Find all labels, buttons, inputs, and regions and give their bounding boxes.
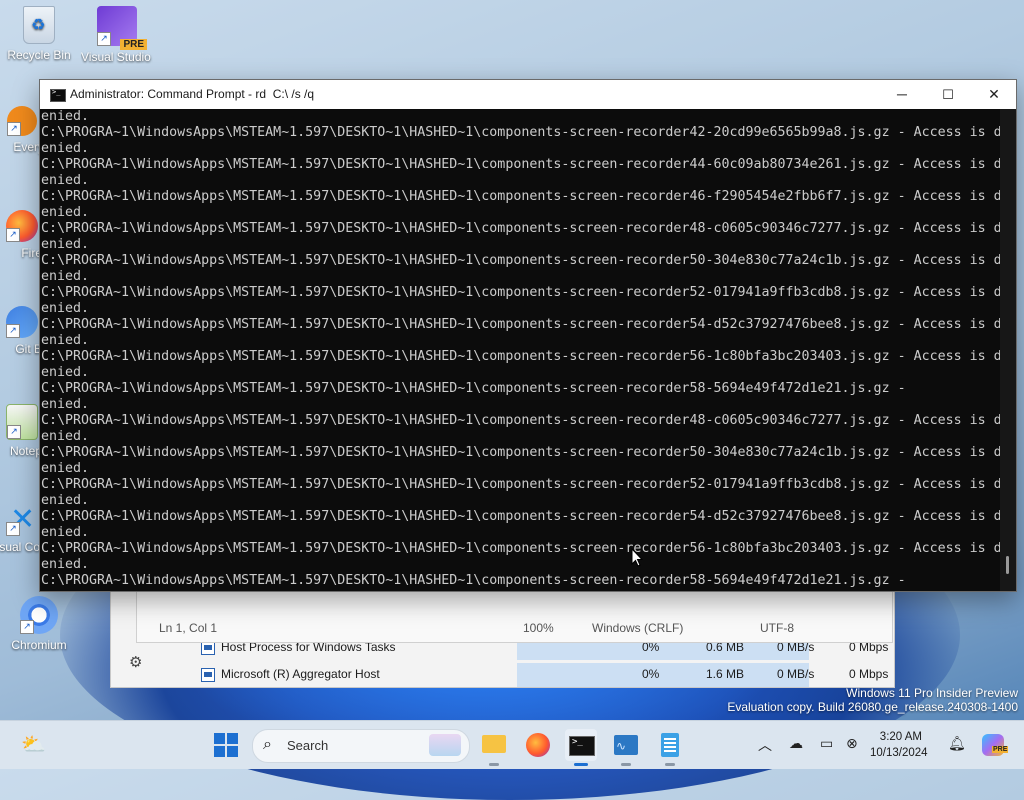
maximize-button[interactable]: ☐: [925, 80, 971, 109]
console-line: enied.: [41, 269, 90, 284]
evaluation-watermark: Windows 11 Pro Insider Preview Evaluatio…: [727, 686, 1018, 714]
zoom-level[interactable]: 100%: [523, 621, 554, 635]
notifications-bell-icon[interactable]: 🔔︎: [948, 735, 966, 752]
console-line: C:\PROGRA~1\WindowsApps\MSTEAM~1.597\DES…: [41, 381, 906, 396]
shortcut-arrow-icon: ↗: [7, 425, 21, 439]
console-line: C:\PROGRA~1\WindowsApps\MSTEAM~1.597\DES…: [41, 413, 1000, 428]
file-explorer-icon[interactable]: [478, 729, 510, 761]
console-line: enied.: [41, 429, 90, 444]
network-disconnected-icon[interactable]: ☁: [789, 735, 803, 752]
resource-cells: [517, 663, 809, 687]
visual-studio-icon: PRE ↗: [97, 6, 147, 50]
command-prompt-window[interactable]: Administrator: Command Prompt - rd C:\ /…: [39, 79, 1017, 592]
console-line: C:\PROGRA~1\WindowsApps\MSTEAM~1.597\DES…: [41, 317, 1000, 332]
pre-badge: PRE: [120, 39, 147, 50]
taskbar-search-box[interactable]: ⌕ Search: [252, 729, 470, 763]
git-bash-icon: ↗: [6, 306, 38, 338]
console-line: C:\PROGRA~1\WindowsApps\MSTEAM~1.597\DES…: [41, 221, 1000, 236]
console-line: enied.: [41, 109, 90, 124]
vscode-icon: ✕ ↗: [6, 503, 38, 536]
search-highlight-icon: [429, 734, 461, 756]
desktop-icon-visual-studio-preview[interactable]: PRE ↗ Visual Studio 2022 P: [81, 6, 153, 64]
widgets-icon[interactable]: ⛅: [16, 729, 48, 761]
shortcut-arrow-icon: ↗: [6, 228, 20, 242]
running-indicator: [489, 763, 499, 766]
console-line: C:\PROGRA~1\WindowsApps\MSTEAM~1.597\DES…: [41, 285, 1000, 300]
settings-gear-icon[interactable]: ⚙: [129, 653, 142, 671]
task-manager-taskbar-icon[interactable]: ∿: [610, 729, 642, 761]
everything-icon: ↗: [7, 106, 37, 136]
console-line: C:\PROGRA~1\WindowsApps\MSTEAM~1.597\DES…: [41, 445, 1000, 460]
cursor-position: Ln 1, Col 1: [159, 621, 218, 635]
console-line: enied.: [41, 461, 90, 476]
notepad-status-bar: Ln 1, Col 1 100% Windows (CRLF) UTF-8: [136, 590, 893, 643]
console-line: enied.: [41, 557, 90, 572]
console-line: C:\PROGRA~1\WindowsApps\MSTEAM~1.597\DES…: [41, 157, 1000, 172]
console-line: C:\PROGRA~1\WindowsApps\MSTEAM~1.597\DES…: [41, 125, 1000, 140]
running-indicator: [665, 763, 675, 766]
shortcut-arrow-icon: ↗: [97, 32, 111, 46]
console-line: C:\PROGRA~1\WindowsApps\MSTEAM~1.597\DES…: [41, 189, 1000, 204]
shortcut-arrow-icon: ↗: [7, 122, 21, 136]
active-indicator: [574, 763, 588, 766]
console-line: C:\PROGRA~1\WindowsApps\MSTEAM~1.597\DES…: [41, 349, 1000, 364]
vertical-scrollbar[interactable]: [1000, 109, 1016, 591]
windows-logo-icon: [214, 733, 238, 757]
console-line: enied.: [41, 397, 90, 412]
console-line: enied.: [41, 237, 90, 252]
desktop-icon-recycle-bin[interactable]: ♻ Recycle Bin: [3, 6, 75, 62]
close-button[interactable]: ✕: [971, 80, 1017, 109]
search-icon: ⌕: [263, 736, 272, 753]
console-line: C:\PROGRA~1\WindowsApps\MSTEAM~1.597\DES…: [41, 253, 1000, 268]
copilot-preview-icon[interactable]: PRE: [978, 729, 1010, 761]
console-line: enied.: [41, 493, 90, 508]
command-prompt-icon: [50, 88, 66, 102]
console-line: C:\PROGRA~1\WindowsApps\MSTEAM~1.597\DES…: [41, 477, 1000, 492]
scrollbar-thumb[interactable]: [1006, 556, 1009, 574]
encoding[interactable]: UTF-8: [760, 621, 794, 635]
taskbar-clock[interactable]: 3:20 AM 10/13/2024: [870, 729, 928, 761]
console-line: C:\PROGRA~1\WindowsApps\MSTEAM~1.597\DES…: [41, 509, 1000, 524]
console-line: C:\PROGRA~1\WindowsApps\MSTEAM~1.597\DES…: [41, 573, 906, 588]
console-line: enied.: [41, 301, 90, 316]
shortcut-arrow-icon: ↗: [20, 620, 34, 634]
process-row[interactable]: Microsoft (R) Aggregator Host 0% 1.6 MB …: [197, 663, 897, 687]
notepad-plus-plus-icon: ↗: [6, 404, 38, 440]
mouse-pointer-icon: [631, 548, 643, 567]
recycle-bin-icon: ♻: [23, 6, 55, 44]
show-hidden-icons-chevron-icon[interactable]: ︿: [758, 735, 772, 755]
window-title: Administrator: Command Prompt - rd C:\ /…: [70, 87, 315, 101]
title-bar[interactable]: Administrator: Command Prompt - rd C:\ /…: [40, 80, 1016, 109]
console-line: C:\PROGRA~1\WindowsApps\MSTEAM~1.597\DES…: [41, 541, 1000, 556]
notepad-taskbar-icon[interactable]: [654, 729, 686, 761]
firefox-icon: ↗: [6, 210, 38, 242]
shortcut-arrow-icon: ↗: [6, 324, 20, 338]
chromium-icon: ↗: [20, 596, 58, 634]
console-output[interactable]: enied. C:\PROGRA~1\WindowsApps\MSTEAM~1.5…: [40, 109, 1000, 591]
display-icon[interactable]: ▭: [820, 735, 833, 752]
command-prompt-taskbar-icon[interactable]: >_: [565, 729, 597, 761]
console-line: enied.: [41, 525, 90, 540]
running-indicator: [621, 763, 631, 766]
volume-muted-icon[interactable]: ⊗: [846, 735, 858, 752]
console-line: enied.: [41, 333, 90, 348]
console-line: enied.: [41, 365, 90, 380]
minimize-button[interactable]: ─: [879, 80, 925, 109]
shortcut-arrow-icon: ↗: [6, 522, 20, 536]
taskbar: ⛅ ⌕ Search >_ ∿ ︿ ☁ ▭ ⊗ 3:20 AM 10/13/20…: [0, 720, 1024, 769]
process-icon: [201, 668, 215, 682]
console-line: enied.: [41, 141, 90, 156]
start-button[interactable]: [210, 729, 242, 761]
console-line: enied.: [41, 205, 90, 220]
console-line: enied.: [41, 173, 90, 188]
line-ending[interactable]: Windows (CRLF): [592, 621, 683, 635]
desktop-icon-chromium[interactable]: ↗ Chromium: [3, 596, 75, 652]
firefox-taskbar-icon[interactable]: [522, 729, 554, 761]
process-icon: [201, 641, 215, 655]
